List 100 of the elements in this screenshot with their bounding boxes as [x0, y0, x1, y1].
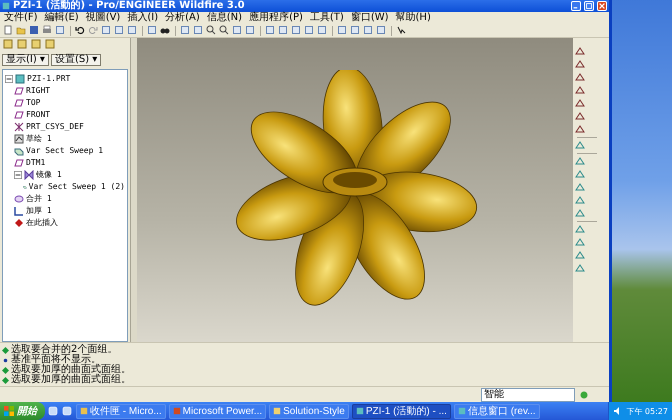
- no-hidden-button[interactable]: [304, 25, 315, 36]
- tree-item[interactable]: PZI-1.PRT: [27, 73, 70, 85]
- preview-button[interactable]: [55, 25, 66, 36]
- minimize-button[interactable]: [571, 1, 581, 11]
- tree-item[interactable]: 在此插入: [26, 217, 58, 229]
- chamfer-tool-button[interactable]: [575, 208, 586, 219]
- tree-item[interactable]: Var Sect Sweep 1 (2): [28, 181, 125, 193]
- part-icon: [15, 74, 25, 84]
- taskbar-button[interactable]: PZI-1 (活動的) - ...: [352, 404, 451, 418]
- datum-plane-icon: [14, 158, 24, 168]
- zoom-in-button[interactable]: [206, 25, 217, 36]
- menu-item[interactable]: 編輯(E): [44, 12, 79, 24]
- hole-tool-button[interactable]: [575, 156, 586, 167]
- round-tool-button[interactable]: [575, 195, 586, 206]
- help-button[interactable]: [396, 25, 407, 36]
- pattern-tool-button[interactable]: [575, 224, 586, 235]
- model-tree-tab[interactable]: [3, 39, 14, 50]
- csys-tool-button[interactable]: [575, 111, 586, 122]
- taskbar-button[interactable]: Microsoft Power...: [168, 404, 266, 418]
- point-toggle-button[interactable]: [363, 25, 374, 36]
- app-icon: [273, 407, 282, 415]
- expander-icon[interactable]: [5, 75, 13, 83]
- open-folder-button[interactable]: [16, 25, 27, 36]
- print-button[interactable]: [42, 25, 53, 36]
- app-icon: [2, 2, 10, 10]
- tree-item[interactable]: TOP: [26, 97, 40, 109]
- tree-item[interactable]: 草绘 1: [26, 133, 52, 145]
- taskbar-button[interactable]: 信息窗口 (rev...: [454, 404, 540, 418]
- zoom-out-button[interactable]: [219, 25, 230, 36]
- menu-item[interactable]: 視圖(V): [86, 12, 120, 24]
- close-icon: [599, 3, 605, 9]
- menu-item[interactable]: 應用程序(P): [249, 12, 303, 24]
- close-button[interactable]: [597, 1, 607, 11]
- menu-item[interactable]: 工具(T): [310, 12, 344, 24]
- tree-item[interactable]: PRT_CSYS_DEF: [26, 121, 84, 133]
- csys-toggle-button[interactable]: [376, 25, 387, 36]
- folder-tab[interactable]: [31, 39, 42, 50]
- cut-button[interactable]: [101, 25, 112, 36]
- plane-toggle-button[interactable]: [337, 25, 348, 36]
- mirror-icon: [24, 170, 34, 180]
- layer-tab[interactable]: [17, 39, 28, 50]
- merge-tool-button[interactable]: [575, 250, 586, 261]
- shell-tool-button[interactable]: [575, 169, 586, 180]
- mirror-tool-button[interactable]: [575, 237, 586, 248]
- message-text: 选取要合并的2个面组。: [11, 345, 118, 355]
- app-icon: [172, 407, 181, 415]
- menu-item[interactable]: 插入(I): [127, 12, 158, 24]
- analysis-tool-button[interactable]: [575, 124, 586, 135]
- tree-item[interactable]: 合并 1: [26, 193, 52, 205]
- undo-button[interactable]: [75, 25, 86, 36]
- favorites-tab[interactable]: [45, 39, 56, 50]
- view-manager-button[interactable]: [265, 25, 276, 36]
- maximize-icon: [586, 3, 592, 9]
- tree-item[interactable]: 加厚 1: [26, 205, 52, 217]
- taskbar-button[interactable]: 收件匣 - Micro...: [76, 404, 166, 418]
- menu-item[interactable]: 文件(F): [4, 12, 38, 24]
- orient-button[interactable]: [245, 25, 256, 36]
- draft-tool-button[interactable]: [575, 182, 586, 193]
- maximize-button[interactable]: [584, 1, 594, 11]
- paste-button[interactable]: [127, 25, 138, 36]
- browser-quicklaunch-icon[interactable]: [62, 406, 73, 416]
- tree-item[interactable]: RIGHT: [26, 85, 50, 97]
- merge-icon: [14, 194, 24, 204]
- plane-tool-button[interactable]: [575, 59, 586, 70]
- hidden-line-button[interactable]: [291, 25, 302, 36]
- menu-item[interactable]: 窗口(W): [350, 12, 389, 24]
- new-file-button[interactable]: [3, 25, 14, 36]
- point-tool-button[interactable]: [575, 98, 586, 109]
- expander-icon[interactable]: [14, 171, 22, 179]
- clock: 下午 05:27: [626, 406, 668, 416]
- axis-tool-button[interactable]: [575, 72, 586, 83]
- window-title: PZI-1 (活動的) - Pro/ENGINEER Wildfire 3.0: [13, 0, 246, 12]
- wireframe-button[interactable]: [278, 25, 289, 36]
- app-icon: [80, 407, 88, 415]
- message-text: 选取要加厚的曲面式面组。: [11, 365, 131, 375]
- menu-item[interactable]: 信息(N): [206, 12, 242, 24]
- csys-icon: [14, 122, 24, 132]
- sketch-tool-button[interactable]: [575, 46, 586, 57]
- menu-item[interactable]: 幫助(H): [396, 12, 431, 24]
- curve-tool-button[interactable]: [575, 85, 586, 96]
- shaded-button[interactable]: [317, 25, 328, 36]
- dropdown-button[interactable]: 显示(I) ▾: [2, 54, 49, 66]
- app-icon: [458, 407, 466, 415]
- trim-tool-button[interactable]: [575, 263, 586, 274]
- datum-toggle-button[interactable]: [193, 25, 204, 36]
- taskbar-button[interactable]: Solution-Style: [269, 404, 349, 418]
- save-button[interactable]: [29, 25, 40, 36]
- insert-arrow-icon: [14, 218, 24, 228]
- axis-toggle-button[interactable]: [350, 25, 361, 36]
- tree-item[interactable]: DTM1: [26, 157, 46, 169]
- desktop-quicklaunch-icon[interactable]: [48, 406, 59, 416]
- dropdown-button[interactable]: 设置(S) ▾: [50, 54, 102, 66]
- repaint-button[interactable]: [180, 25, 191, 36]
- copy-button[interactable]: [114, 25, 125, 36]
- tree-item[interactable]: FRONT: [26, 109, 50, 121]
- filter-field[interactable]: 智能: [481, 388, 575, 402]
- tree-item[interactable]: 镜像 1: [36, 169, 62, 181]
- rib-tool-button[interactable]: [575, 140, 586, 151]
- menu-item[interactable]: 分析(A): [165, 12, 200, 24]
- tree-item[interactable]: Var Sect Sweep 1: [26, 145, 104, 157]
